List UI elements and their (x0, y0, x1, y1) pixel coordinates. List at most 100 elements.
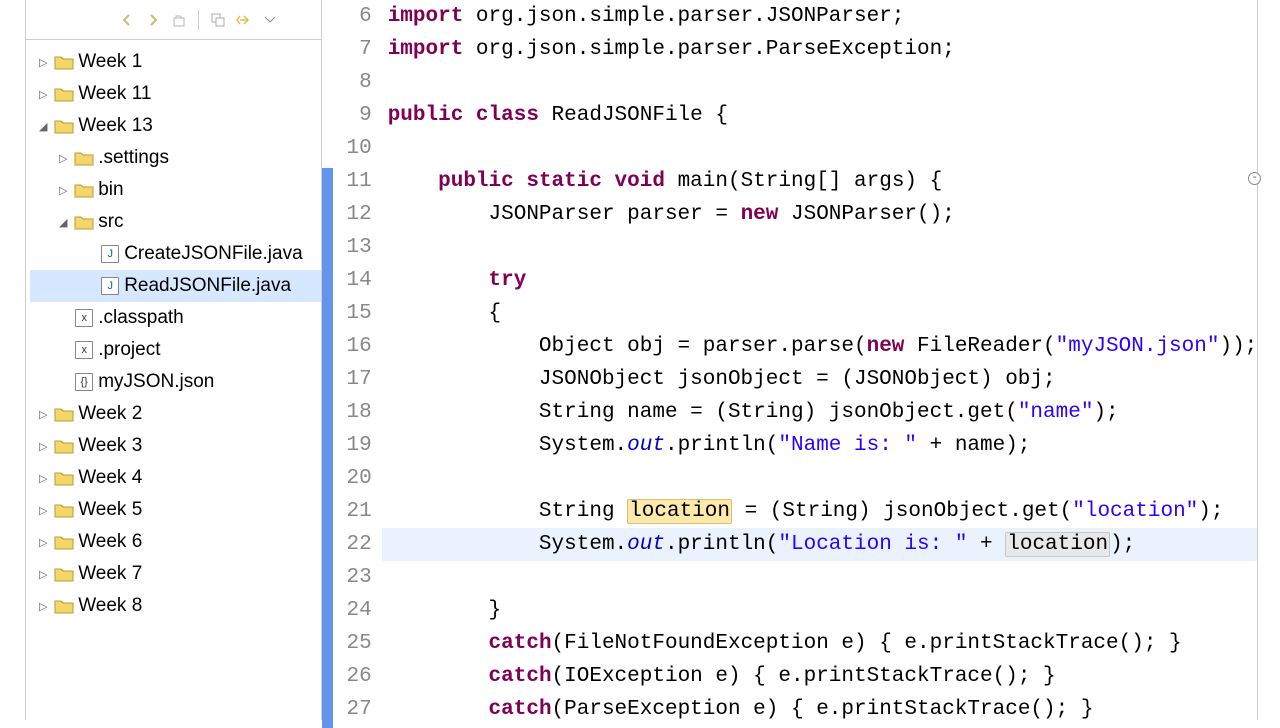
tree-item-label: CreateJSONFile.java (124, 243, 302, 265)
line-number: 26 (330, 660, 372, 693)
code-line-25[interactable]: catch(FileNotFoundException e) { e.print… (382, 627, 1258, 660)
code-lines[interactable]: import org.json.simple.parser.JSONParser… (382, 0, 1258, 720)
project-tree[interactable]: ▷ Week 1 ▷Week 11◢Week 13 ▷ .settings ▷bin ◢ sr… (26, 40, 321, 720)
code-area[interactable]: import org.json.simple.parser.JSONParser… (382, 0, 1258, 720)
tree-item-label: Week 1 (78, 51, 142, 73)
editor-gutter: - 67891011121314151617181920212223242526… (322, 0, 382, 720)
arrow-collapsed-icon[interactable]: ▷ (36, 56, 50, 69)
arrow-collapsed-icon[interactable]: ▷ (36, 536, 50, 549)
code-line-23[interactable] (382, 561, 1258, 594)
tree-item--settings[interactable]: ▷ .settings (30, 142, 321, 174)
code-line-19[interactable]: System.out.println("Name is: " + name); (382, 429, 1258, 462)
tree-item-week-5[interactable]: ▷Week 5 (30, 494, 321, 526)
forward-icon[interactable] (142, 9, 164, 31)
project-folder-icon (54, 533, 74, 551)
tree-item-myjson-json[interactable]: {}myJSON.json (30, 366, 321, 398)
tree-item-week-1[interactable]: ▷ Week 1 (30, 46, 321, 78)
arrow-collapsed-icon[interactable]: ▷ (36, 600, 50, 613)
code-line-21[interactable]: String location = (String) jsonObject.ge… (382, 495, 1258, 528)
up-icon[interactable] (168, 9, 190, 31)
tree-item-week-2[interactable]: ▷Week 2 (30, 398, 321, 430)
tree-item-week-8[interactable]: ▷ Week 8 (30, 590, 321, 622)
code-line-9[interactable]: public class ReadJSONFile { (382, 99, 1258, 132)
code-line-12[interactable]: JSONParser parser = new JSONParser(); (382, 198, 1258, 231)
code-token: + (967, 533, 1005, 556)
tree-item-src[interactable]: ◢ src (30, 206, 321, 238)
arrow-collapsed-icon[interactable]: ▷ (36, 568, 50, 581)
tree-item-week-11[interactable]: ▷Week 11 (30, 78, 321, 110)
code-token (388, 170, 438, 193)
code-line-13[interactable] (382, 231, 1258, 264)
line-number: 9 (330, 99, 372, 132)
tree-item-week-7[interactable]: ▷ Week 7 (30, 558, 321, 590)
code-token: new (741, 203, 791, 226)
view-menu-icon[interactable] (259, 9, 281, 31)
code-token: (IOException e) { e.printStackTrace(); } (552, 665, 1056, 688)
arrow-expanded-icon[interactable]: ◢ (56, 216, 70, 229)
tree-item-createjsonfile-java[interactable]: JCreateJSONFile.java (30, 238, 321, 270)
code-token (388, 632, 489, 655)
arrow-expanded-icon[interactable]: ◢ (36, 120, 50, 133)
code-editor[interactable]: - 67891011121314151617181920212223242526… (322, 0, 1258, 720)
code-token: "Location is: " (778, 533, 967, 556)
code-token: "location" (1072, 500, 1198, 523)
folder-icon (74, 149, 94, 167)
tree-item-label: .settings (98, 147, 169, 169)
tree-item-week-4[interactable]: ▷Week 4 (30, 462, 321, 494)
arrow-collapsed-icon[interactable]: ▷ (36, 88, 50, 101)
tree-item-label: Week 8 (78, 595, 142, 617)
project-explorer: ▷ Week 1 ▷Week 11◢Week 13 ▷ .settings ▷bin ◢ sr… (26, 0, 322, 720)
tree-item--project[interactable]: x.project (30, 334, 321, 366)
line-number: 16 (330, 330, 372, 363)
tree-item-week-3[interactable]: ▷ Week 3 (30, 430, 321, 462)
code-token: catch (489, 632, 552, 655)
line-number: 7 (330, 33, 372, 66)
tree-item-readjsonfile-java[interactable]: JReadJSONFile.java (30, 270, 321, 302)
link-editor-icon[interactable] (233, 9, 255, 31)
tree-item--classpath[interactable]: x.classpath (30, 302, 321, 334)
explorer-toolbar (26, 0, 321, 40)
line-number: 13 (330, 231, 372, 264)
code-line-17[interactable]: JSONObject jsonObject = (JSONObject) obj… (382, 363, 1258, 396)
code-line-8[interactable] (382, 66, 1258, 99)
arrow-collapsed-icon[interactable]: ▷ (36, 504, 50, 517)
code-line-11[interactable]: public static void main(String[] args) { (382, 165, 1258, 198)
code-token: ); (1093, 401, 1118, 424)
tree-item-label: Week 7 (78, 563, 142, 585)
code-line-7[interactable]: import org.json.simple.parser.ParseExcep… (382, 33, 1258, 66)
tree-item-label: myJSON.json (98, 371, 214, 393)
tree-item-label: src (98, 211, 123, 233)
tree-item-label: Week 3 (78, 435, 142, 457)
code-token (388, 665, 489, 688)
code-token: .println( (665, 533, 778, 556)
code-token: String (388, 500, 627, 523)
method-range-indicator (322, 168, 333, 728)
code-line-22[interactable]: System.out.println("Location is: " + loc… (382, 528, 1258, 561)
code-line-27[interactable]: catch(ParseException e) { e.printStackTr… (382, 693, 1258, 720)
arrow-collapsed-icon[interactable]: ▷ (36, 472, 50, 485)
code-line-6[interactable]: import org.json.simple.parser.JSONParser… (382, 0, 1258, 33)
code-token: import (388, 38, 476, 61)
code-line-10[interactable] (382, 132, 1258, 165)
line-number: 11 (330, 165, 372, 198)
code-line-20[interactable] (382, 462, 1258, 495)
code-line-14[interactable]: try (382, 264, 1258, 297)
arrow-collapsed-icon[interactable]: ▷ (56, 152, 70, 165)
code-line-16[interactable]: Object obj = parser.parse(new FileReader… (382, 330, 1258, 363)
tree-item-bin[interactable]: ▷bin (30, 174, 321, 206)
tree-item-week-13[interactable]: ◢Week 13 (30, 110, 321, 142)
line-number: 8 (330, 66, 372, 99)
code-token: location (627, 499, 732, 524)
tree-item-label: Week 6 (78, 531, 142, 553)
code-line-24[interactable]: } (382, 594, 1258, 627)
arrow-collapsed-icon[interactable]: ▷ (36, 408, 50, 421)
arrow-collapsed-icon[interactable]: ▷ (56, 184, 70, 197)
back-icon[interactable] (116, 9, 138, 31)
code-line-18[interactable]: String name = (String) jsonObject.get("n… (382, 396, 1258, 429)
code-line-15[interactable]: { (382, 297, 1258, 330)
code-line-26[interactable]: catch(IOException e) { e.printStackTrace… (382, 660, 1258, 693)
arrow-collapsed-icon[interactable]: ▷ (36, 440, 50, 453)
tree-item-week-6[interactable]: ▷ Week 6 (30, 526, 321, 558)
collapse-all-icon[interactable] (207, 9, 229, 31)
java-file-icon: J (100, 277, 120, 295)
